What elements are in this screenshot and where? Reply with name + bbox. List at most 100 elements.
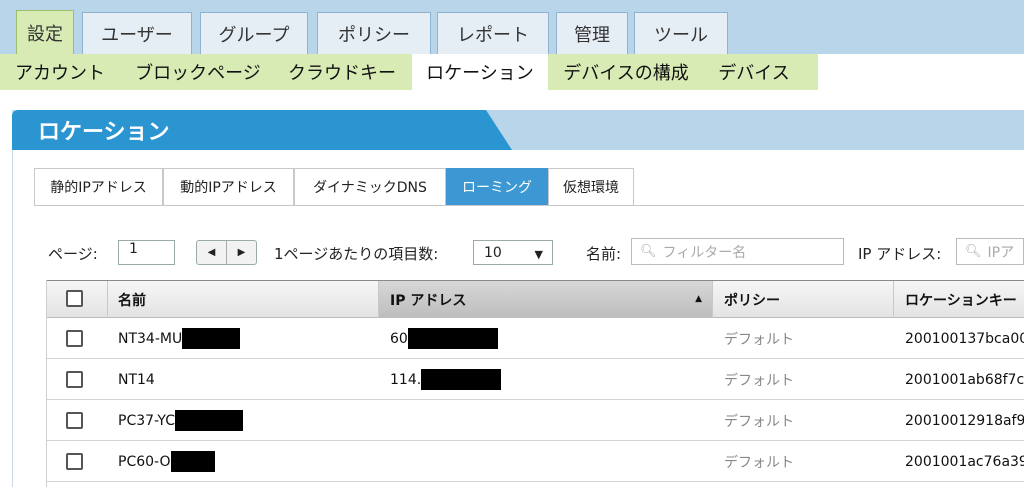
tab-users[interactable]: ユーザー bbox=[82, 12, 192, 54]
table-row[interactable]: NT14 114. デフォルト 2001001ab68f7c4 bbox=[46, 359, 1024, 400]
row-checkbox[interactable] bbox=[66, 330, 83, 347]
tab-settings[interactable]: 設定 bbox=[16, 10, 74, 54]
tab-reports[interactable]: レポート bbox=[437, 12, 549, 54]
location-key-cell: 200100137bca00 bbox=[894, 318, 1024, 359]
tab-label: ユーザー bbox=[101, 24, 173, 46]
page-title: ロケーション bbox=[12, 110, 512, 150]
tab-roaming[interactable]: ローミング bbox=[446, 168, 548, 205]
sub-nav: アカウント ブロックページ クラウドキー ロケーション デバイスの構成 デバイス bbox=[0, 54, 818, 90]
location-type-tabs: 静的IPアドレス 動的IPアドレス ダイナミックDNS ローミング 仮想環境 bbox=[34, 168, 1024, 206]
column-label: IP アドレス bbox=[390, 292, 467, 309]
pager-buttons: ◀ ▶ bbox=[196, 240, 257, 265]
subnav-label: ブロックページ bbox=[135, 63, 261, 84]
column-label: 名前 bbox=[118, 292, 146, 309]
ip-cell: 114. bbox=[379, 359, 712, 400]
row-checkbox[interactable] bbox=[66, 412, 83, 429]
chevron-down-icon: ▼ bbox=[534, 248, 543, 261]
name-filter-input[interactable]: 🔍︎ フィルター名 bbox=[631, 238, 844, 265]
subnav-label: アカウント bbox=[15, 63, 105, 84]
column-label: ポリシー bbox=[724, 292, 780, 309]
location-key-value: 2001001ac76a39 bbox=[905, 453, 1024, 470]
ip-value: 60 bbox=[390, 330, 408, 347]
tab-admin[interactable]: 管理 bbox=[556, 12, 628, 54]
redaction-block bbox=[421, 369, 502, 390]
policy-cell: デフォルト bbox=[713, 400, 893, 441]
subtab-label: 静的IPアドレス bbox=[50, 180, 147, 196]
location-key-value: 200100137bca00 bbox=[905, 330, 1024, 347]
column-header-ip[interactable]: IP アドレス ▲ bbox=[379, 281, 712, 318]
subtab-label: ローミング bbox=[462, 180, 532, 196]
subnav-devices[interactable]: デバイス bbox=[706, 54, 802, 90]
ip-filter-input[interactable]: 🔍︎ IPア bbox=[956, 238, 1024, 265]
search-icon: 🔍︎ bbox=[640, 244, 657, 259]
policy-cell: デフォルト bbox=[713, 441, 893, 482]
subtab-label: 動的IPアドレス bbox=[180, 180, 277, 196]
tab-groups[interactable]: グループ bbox=[200, 12, 308, 54]
redaction-block bbox=[407, 328, 498, 349]
table-row[interactable]: PC37-YC デフォルト 20010012918af98 bbox=[46, 400, 1024, 441]
tab-dynamic-ip[interactable]: 動的IPアドレス bbox=[163, 168, 294, 205]
ip-value: 114. bbox=[390, 371, 422, 388]
table-row[interactable]: NT34-MU 60 デフォルト 200100137bca00 bbox=[46, 318, 1024, 359]
column-label: ロケーションキー bbox=[905, 292, 1017, 309]
top-tab-bar: 設定 ユーザー グループ ポリシー レポート 管理 ツール bbox=[0, 0, 1024, 54]
subnav-label: デバイスの構成 bbox=[563, 63, 689, 84]
table-header: 名前 IP アドレス ▲ ポリシー ロケーションキー bbox=[46, 280, 1024, 318]
tab-policies[interactable]: ポリシー bbox=[317, 12, 431, 54]
policy-value: デフォルト bbox=[724, 372, 794, 389]
column-header-name[interactable]: 名前 bbox=[107, 281, 378, 318]
location-key-cell: 20010012918af98 bbox=[894, 400, 1024, 441]
tab-tools[interactable]: ツール bbox=[634, 12, 728, 54]
search-icon: 🔍︎ bbox=[965, 244, 982, 259]
subnav-cloud-key[interactable]: クラウドキー bbox=[280, 54, 404, 90]
column-header-policy[interactable]: ポリシー bbox=[713, 281, 893, 318]
per-page-select[interactable]: 10 ▼ bbox=[473, 240, 553, 265]
redaction-block bbox=[182, 328, 241, 349]
name-filter-placeholder: フィルター名 bbox=[662, 244, 747, 261]
policy-value: デフォルト bbox=[724, 413, 794, 430]
name-cell: NT14 bbox=[107, 359, 378, 400]
page-label: ページ: bbox=[48, 245, 98, 263]
page-number-input[interactable]: 1 bbox=[118, 240, 175, 265]
subnav-account[interactable]: アカウント bbox=[4, 54, 116, 90]
tab-label: 設定 bbox=[27, 23, 63, 45]
name-cell: NT34-MU bbox=[107, 318, 378, 359]
name-cell: PC37-YC bbox=[107, 400, 378, 441]
name-value: NT34-MU bbox=[118, 330, 183, 347]
page-number-value: 1 bbox=[129, 241, 138, 257]
policy-cell: デフォルト bbox=[713, 318, 893, 359]
column-header-location-key[interactable]: ロケーションキー bbox=[894, 281, 1024, 318]
prev-page-button[interactable]: ◀ bbox=[197, 241, 227, 264]
subtab-label: ダイナミックDNS bbox=[313, 180, 427, 196]
name-filter-label: 名前: bbox=[586, 245, 622, 263]
name-value: NT14 bbox=[118, 371, 155, 388]
policy-cell: デフォルト bbox=[713, 359, 893, 400]
tab-dynamic-dns[interactable]: ダイナミックDNS bbox=[294, 168, 446, 205]
tab-virtual-env[interactable]: 仮想環境 bbox=[548, 168, 634, 205]
location-key-cell: 2001001ab68f7c4 bbox=[894, 359, 1024, 400]
subnav-location[interactable]: ロケーション bbox=[412, 54, 548, 90]
next-page-button[interactable]: ▶ bbox=[227, 241, 256, 264]
tab-static-ip[interactable]: 静的IPアドレス bbox=[34, 168, 163, 205]
row-checkbox[interactable] bbox=[66, 453, 83, 470]
name-cell: PC60-O bbox=[107, 441, 378, 482]
tab-label: ポリシー bbox=[338, 24, 410, 46]
tab-label: 管理 bbox=[574, 24, 610, 46]
redaction-block bbox=[174, 410, 243, 431]
ip-cell bbox=[379, 400, 712, 441]
name-value: PC60-O bbox=[118, 453, 171, 470]
subnav-label: デバイス bbox=[718, 63, 790, 84]
subnav-block-page[interactable]: ブロックページ bbox=[124, 54, 272, 90]
policy-value: デフォルト bbox=[724, 331, 794, 348]
subnav-label: ロケーション bbox=[426, 63, 534, 84]
tab-label: グループ bbox=[218, 24, 290, 46]
subtab-label: 仮想環境 bbox=[563, 180, 619, 196]
subnav-device-config[interactable]: デバイスの構成 bbox=[552, 54, 700, 90]
select-all-checkbox[interactable] bbox=[66, 290, 83, 307]
row-checkbox[interactable] bbox=[66, 371, 83, 388]
name-value: PC37-YC bbox=[118, 412, 175, 429]
tab-label: ツール bbox=[654, 24, 708, 46]
per-page-value: 10 bbox=[484, 244, 502, 261]
policy-value: デフォルト bbox=[724, 454, 794, 471]
table-row[interactable]: PC60-O デフォルト 2001001ac76a39 bbox=[46, 441, 1024, 482]
